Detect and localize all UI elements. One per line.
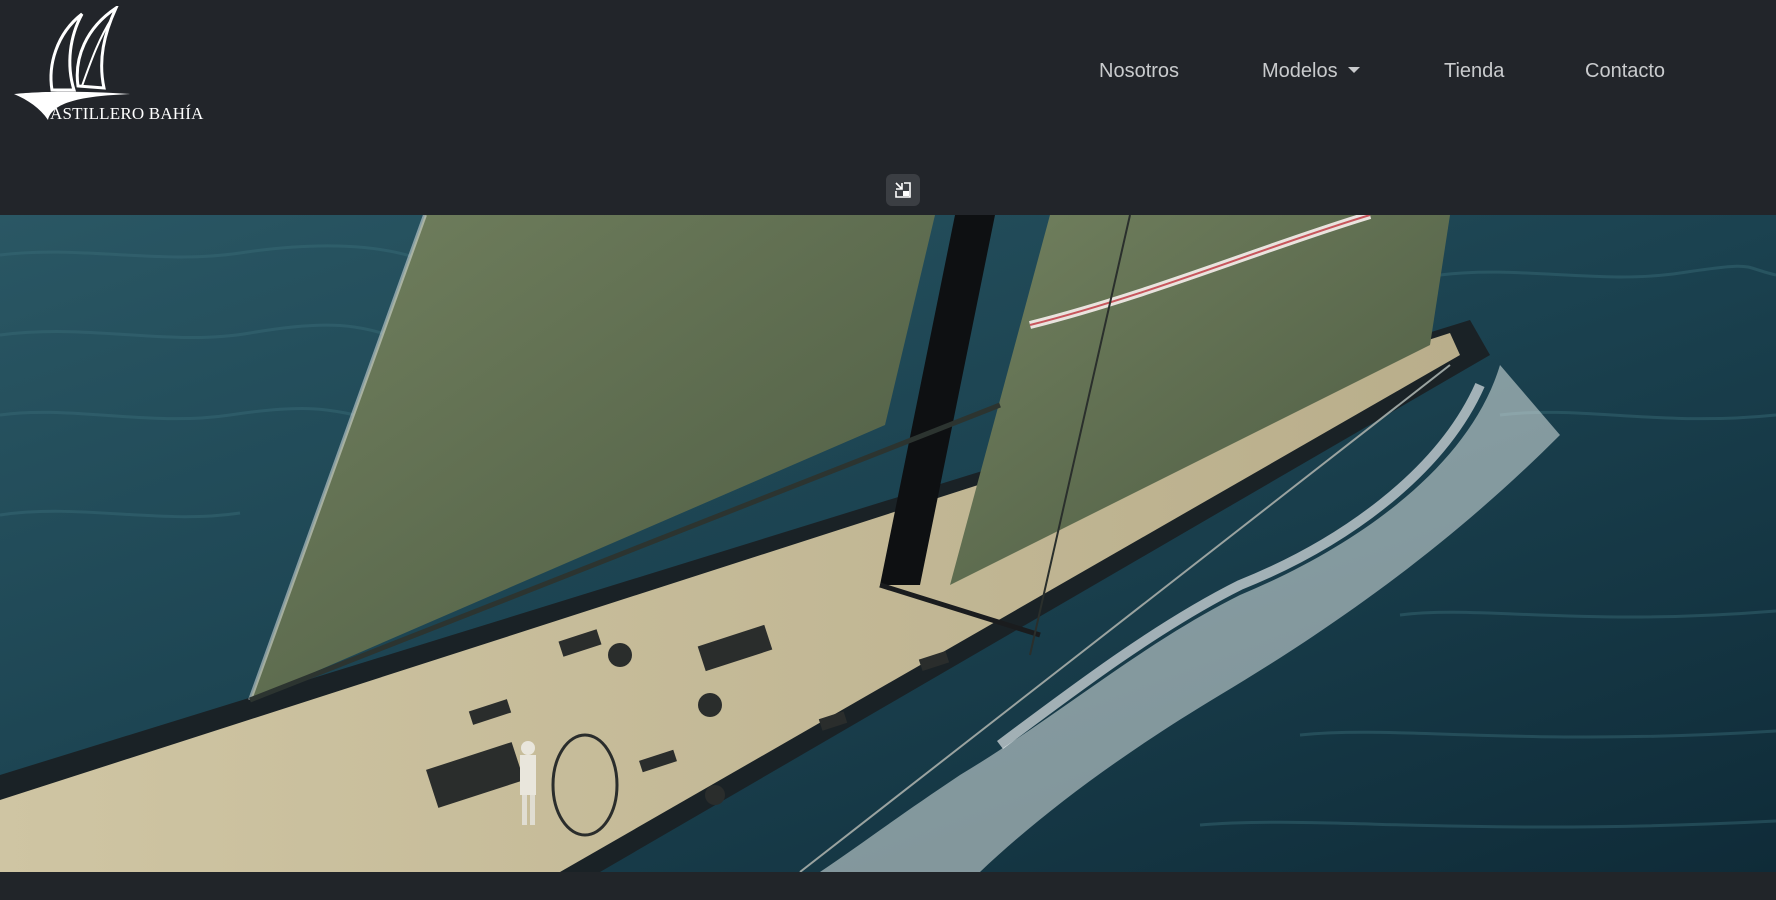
nav-link-modelos-dropdown[interactable]: Modelos — [1262, 56, 1360, 86]
nav-link-nosotros[interactable]: Nosotros — [1099, 56, 1179, 86]
nav-link-tienda[interactable]: Tienda — [1444, 56, 1504, 86]
nav-link-contacto[interactable]: Contacto — [1585, 56, 1665, 86]
hero-video[interactable] — [0, 215, 1776, 872]
picture-in-picture-button[interactable] — [886, 174, 920, 206]
picture-in-picture-exit-icon — [895, 182, 911, 198]
brand-logo-text: ASTILLERO BAHÍA — [50, 104, 204, 123]
main-nav: Nosotros Modelos Tienda Contacto — [0, 56, 1776, 86]
sailboat-video-frame — [0, 215, 1776, 872]
top-navbar: ASTILLERO BAHÍA Nosotros Modelos Tienda … — [0, 0, 1776, 215]
nav-link-modelos-label: Modelos — [1262, 60, 1338, 82]
chevron-down-icon — [1347, 67, 1360, 73]
page-bottom-strip — [0, 872, 1776, 900]
